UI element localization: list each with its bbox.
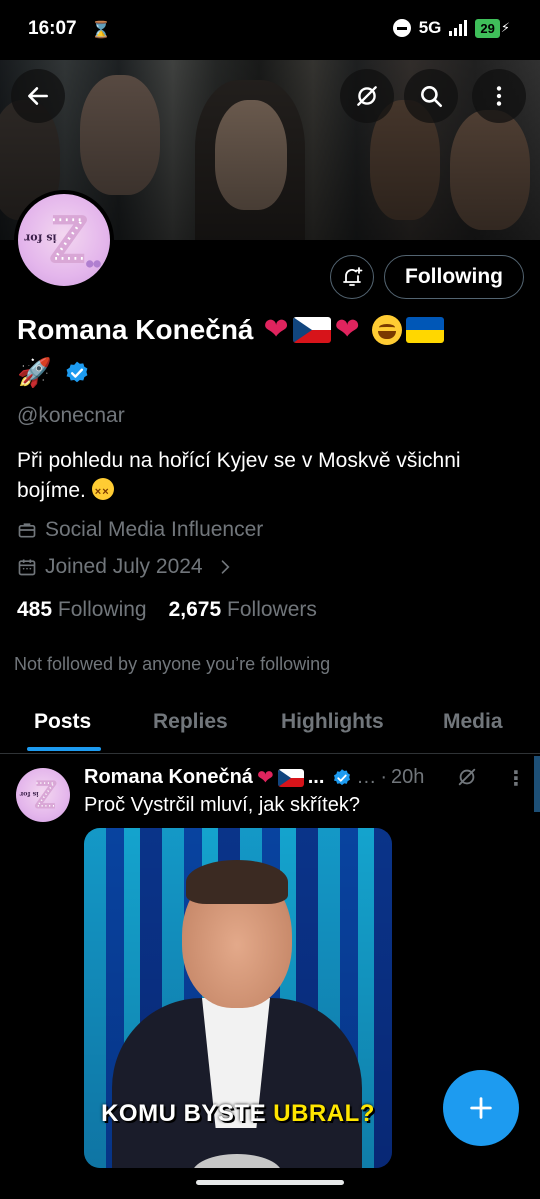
scroll-indicator (534, 756, 540, 812)
profile-name-line: Romana Konečná ❤ ❤ (17, 314, 444, 346)
tab-media[interactable]: Media (443, 710, 503, 734)
post-author-avatar[interactable]: is for (16, 768, 70, 822)
briefcase-icon (18, 523, 36, 538)
battery-icon: 29 ⚡ (475, 18, 510, 38)
heart-emoji-icon: ❤ (263, 313, 289, 346)
rocket-emoji-icon: 🚀 (17, 357, 52, 388)
notifications-button[interactable] (330, 255, 374, 299)
active-tab-indicator (27, 747, 101, 751)
hourglass-icon: ⌛ (91, 22, 111, 39)
media-caption: KOMU BYSTE UBRAL? (84, 1100, 392, 1128)
post-media-video[interactable]: KOMU BYSTE UBRAL? (84, 828, 392, 1168)
network-type: 5G (418, 18, 442, 37)
grok-icon (357, 86, 377, 106)
ukraine-flag-icon (405, 317, 444, 343)
caption-part-1: KOMU BYSTE (101, 1100, 267, 1127)
search-icon (421, 86, 443, 108)
home-indicator[interactable] (196, 1180, 344, 1185)
signal-icon (449, 20, 468, 36)
post-separator: · (380, 766, 388, 788)
tab-highlights[interactable]: Highlights (281, 710, 384, 734)
chevron-right-icon (221, 560, 230, 574)
post-time[interactable]: 20h (391, 766, 424, 789)
avatar-image: is for (19, 780, 57, 809)
status-bar: 16:07 ⌛ 5G 29 ⚡ (0, 0, 540, 60)
arrow-left-icon (28, 87, 48, 105)
followers-count: 2,675 (168, 598, 222, 621)
profile-tabs: Posts Replies Highlights Media (0, 700, 540, 754)
followers-label: Followers (227, 598, 317, 621)
more-options-button[interactable] (472, 69, 526, 123)
battery-level: 29 (475, 18, 500, 38)
following-button[interactable]: Following (384, 255, 524, 299)
following-label: Following (57, 598, 147, 621)
person-hair (186, 860, 288, 904)
post-author-name[interactable]: Romana Konečná (84, 766, 253, 789)
following-count-link[interactable]: 485 Following (17, 598, 147, 622)
not-followed-note: Not followed by anyone you’re following (14, 654, 331, 674)
tab-posts[interactable]: Posts (34, 710, 91, 734)
avatar-text: is for (19, 790, 38, 798)
avatar-text: is for (24, 231, 56, 244)
profile-handle: @konecnar (17, 404, 125, 427)
calendar-icon (18, 559, 36, 576)
grinning-face-icon (371, 315, 402, 345)
grok-icon[interactable] (456, 766, 478, 788)
czech-flag-icon (277, 768, 304, 787)
bio-text: Při pohledu na hořící Kyjev se v Moskvě … (17, 449, 461, 502)
back-button[interactable] (11, 69, 65, 123)
verified-badge-icon[interactable] (64, 360, 90, 386)
avatar-image: is for (24, 215, 101, 268)
category-label: Social Media Influencer (45, 518, 264, 541)
profile-name: Romana Konečná (17, 314, 254, 345)
profile-bio: Při pohledu na hořící Kyjev se v Moskvě … (17, 446, 517, 507)
post-handle-truncated: … (356, 766, 377, 788)
name-truncation: ... (307, 766, 325, 788)
more-vertical-icon (496, 86, 502, 106)
czech-flag-icon (292, 317, 331, 343)
post-header: Romana Konečná ❤ ... … · 20h (84, 765, 424, 790)
dizzy-face-icon (91, 477, 114, 507)
profile-category: Social Media Influencer (17, 518, 263, 542)
profile-joined[interactable]: Joined July 2024 (17, 555, 235, 579)
profile-avatar[interactable]: is for (14, 190, 114, 290)
heart-emoji-icon: ❤ (256, 767, 274, 789)
joined-label: Joined July 2024 (45, 555, 203, 578)
status-time: 16:07 (28, 18, 77, 39)
compose-post-button[interactable] (443, 1070, 519, 1146)
post-more-button[interactable]: ⋮ (506, 766, 526, 791)
followers-count-link[interactable]: 2,675 Followers (169, 598, 317, 622)
following-count: 485 (17, 598, 53, 621)
follow-counts: 485 Following 2,675 Followers (17, 598, 317, 622)
caption-part-2: UBRAL? (273, 1100, 375, 1127)
bell-plus-icon (343, 267, 363, 286)
tab-replies[interactable]: Replies (153, 710, 228, 734)
post-text: Proč Vystrčil mluví, jak skřítek? (84, 794, 360, 816)
do-not-disturb-icon (392, 19, 411, 37)
search-button[interactable] (404, 69, 458, 123)
status-indicators: 5G 29 ⚡ (392, 18, 510, 38)
verified-badge-icon (334, 768, 351, 785)
plus-icon (470, 1097, 492, 1119)
heart-emoji-icon: ❤ (334, 313, 360, 346)
grok-button[interactable] (340, 69, 394, 123)
profile-name-line-2: 🚀 (17, 356, 90, 389)
